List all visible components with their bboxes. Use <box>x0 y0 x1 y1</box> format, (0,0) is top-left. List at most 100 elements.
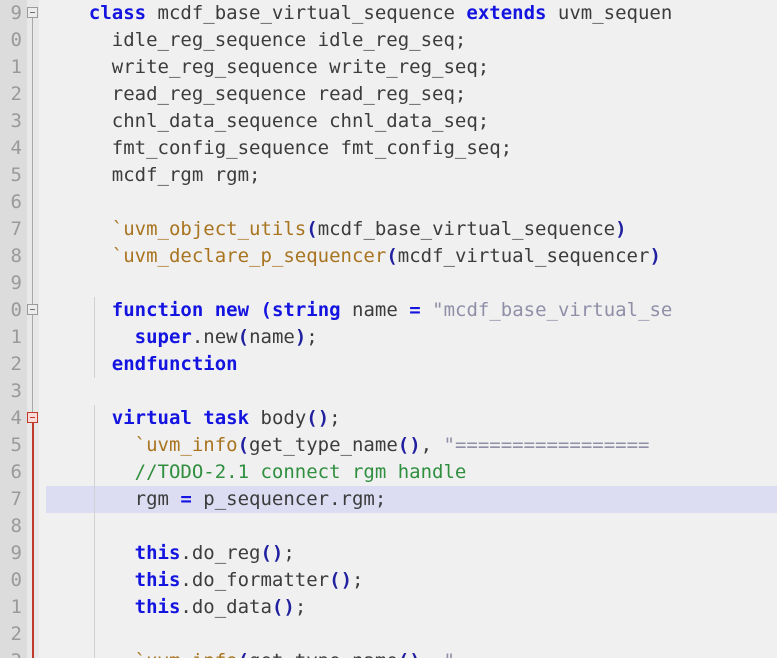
code-line[interactable] <box>66 270 672 297</box>
code-line[interactable] <box>66 621 672 648</box>
code-token-id: .do_reg <box>180 542 261 564</box>
code-line[interactable]: `uvm_info(get_type_name(), "============… <box>66 432 672 459</box>
code-token-pun: ) <box>615 218 627 240</box>
code-token-id: name <box>249 326 295 348</box>
code-token-id: ; <box>294 596 307 618</box>
code-editor[interactable]: class mcdf_base_virtual_sequence extends… <box>0 0 777 658</box>
code-token-id: ; <box>306 326 318 348</box>
code-token-str: "============= <box>444 650 604 658</box>
code-token-id: new <box>203 326 238 348</box>
code-line[interactable]: `uvm_info(get_type_name(), "============… <box>66 648 672 658</box>
fold-toggle-icon[interactable] <box>27 304 38 315</box>
code-token-id: mcdf_rgm rgm; <box>66 164 261 186</box>
code-content[interactable]: class mcdf_base_virtual_sequence extends… <box>66 0 672 658</box>
code-token-id: . <box>191 326 204 348</box>
code-line[interactable]: //TODO-2.1 connect rgm handle <box>66 459 672 486</box>
code-token-id: get_type_name <box>249 650 398 658</box>
code-token-str: "================= <box>443 434 650 456</box>
code-token-kw: string <box>271 299 341 321</box>
code-token-pun: () <box>329 569 353 591</box>
code-token-kw: class <box>88 2 147 24</box>
code-line[interactable]: this.do_formatter(); <box>66 567 672 594</box>
code-token-id: body <box>249 407 307 429</box>
code-token-id: ; <box>352 569 364 591</box>
code-token-pun: ( <box>306 218 318 240</box>
code-line[interactable]: `uvm_object_utils(mcdf_base_virtual_sequ… <box>66 216 672 243</box>
code-token-id: , <box>420 434 444 456</box>
code-token-pun: ( <box>237 326 250 348</box>
code-token-mac: `uvm_object_utils <box>111 218 307 240</box>
code-token-kw: this <box>134 596 181 618</box>
code-token-pun: ( <box>386 245 398 267</box>
code-token-kw: endfunction <box>111 353 238 375</box>
code-line[interactable]: this.do_reg(); <box>66 540 672 567</box>
code-line[interactable]: this.do_data(); <box>66 594 672 621</box>
code-token-pun: ) <box>294 326 307 348</box>
code-line[interactable]: write_reg_sequence write_reg_seq; <box>66 54 672 81</box>
code-token-id: chnl_data_sequence chnl_data_seq; <box>66 110 490 132</box>
minus-icon <box>30 309 35 310</box>
code-token-op: = <box>180 488 192 510</box>
code-line[interactable]: fmt_config_sequence fmt_config_seq; <box>66 135 672 162</box>
code-token-id: ; <box>329 407 341 429</box>
code-token-id: .do_data <box>180 596 272 618</box>
code-token-id: get_type_name <box>249 434 398 456</box>
code-line[interactable]: class mcdf_base_virtual_sequence extends… <box>66 0 672 27</box>
code-token-kw: ( <box>260 299 272 321</box>
code-token-id: write_reg_sequence write_reg_seq; <box>66 56 490 78</box>
code-line[interactable] <box>66 378 672 405</box>
code-line[interactable] <box>66 513 672 540</box>
code-token-id: rgm <box>66 488 181 510</box>
code-line[interactable]: rgm = p_sequencer.rgm; <box>66 486 672 513</box>
code-token-id: mcdf_base_virtual_sequence <box>317 218 616 240</box>
code-token-pun: () <box>398 650 421 658</box>
code-token-id: read_reg_sequence read_reg_seq; <box>66 83 467 105</box>
code-line[interactable]: endfunction <box>66 351 672 378</box>
code-token-id: uvm_sequen <box>546 2 673 24</box>
code-token-str: "mcdf_base_virtual_se <box>432 299 673 321</box>
code-token-kw: function <box>111 299 204 321</box>
fold-toggle-active-icon[interactable] <box>27 412 38 423</box>
code-token-mac: `uvm_declare_p_sequencer <box>111 245 387 267</box>
code-token-id: ; <box>283 542 295 564</box>
code-token-kw: this <box>134 569 181 591</box>
fold-toggle-icon[interactable] <box>27 7 38 18</box>
code-token-pun: () <box>271 596 295 618</box>
minus-icon <box>30 12 35 13</box>
code-token-pun: ( <box>238 650 249 658</box>
fold-marker-layer[interactable] <box>0 0 46 658</box>
code-token-kw: this <box>134 542 181 564</box>
code-line[interactable]: super.new(name); <box>66 324 672 351</box>
code-token-id: idle_reg_sequence idle_reg_seq; <box>66 29 467 51</box>
code-line[interactable]: virtual task body(); <box>66 405 672 432</box>
code-line[interactable]: mcdf_rgm rgm; <box>66 162 672 189</box>
code-token-id: fmt_config_sequence fmt_config_seq; <box>66 137 513 159</box>
code-line[interactable]: `uvm_declare_p_sequencer(mcdf_virtual_se… <box>66 243 672 270</box>
code-token-id: .do_formatter <box>180 569 330 591</box>
code-token-pun: () <box>306 407 330 429</box>
fold-region-line-active <box>32 423 34 658</box>
code-token-kw: super <box>134 326 192 348</box>
code-token-mac: `uvm_info <box>135 650 238 658</box>
fold-region-line <box>32 18 33 413</box>
code-token-pun: ( <box>237 434 250 456</box>
code-token-pun: () <box>397 434 421 456</box>
code-line[interactable]: chnl_data_sequence chnl_data_seq; <box>66 108 672 135</box>
code-line[interactable]: read_reg_sequence read_reg_seq; <box>66 81 672 108</box>
code-line[interactable] <box>66 189 672 216</box>
code-token-pun: ) <box>649 245 661 267</box>
code-token-kw: new <box>214 299 250 321</box>
code-line[interactable]: idle_reg_sequence idle_reg_seq; <box>66 27 672 54</box>
code-line[interactable]: function new (string name = "mcdf_base_v… <box>66 297 673 324</box>
